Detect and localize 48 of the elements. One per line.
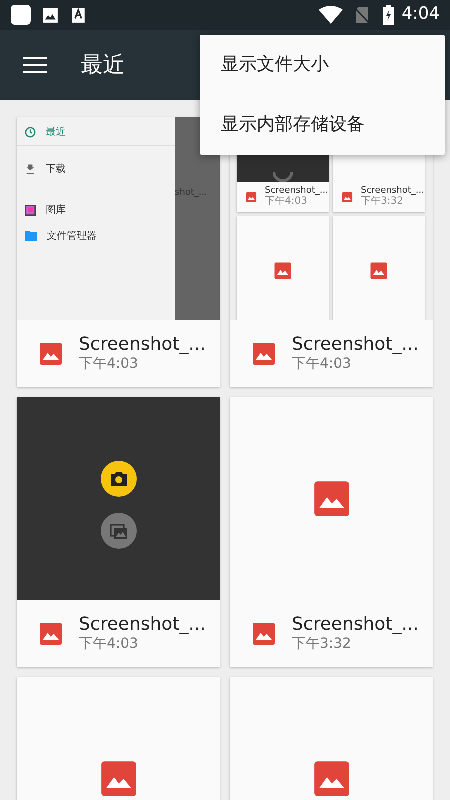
drawer-item-label: 文件管理器: [47, 230, 97, 244]
clock-icon: [25, 127, 36, 138]
file-name: Screenshot_...: [79, 334, 206, 356]
font-icon: [71, 6, 86, 24]
drawer-item-label: 下载: [46, 162, 66, 176]
image-icon: [252, 342, 276, 366]
image-icon: [342, 192, 353, 202]
file-time: 下午4:03: [265, 196, 308, 208]
image-icon: [274, 262, 292, 280]
image-icon: [312, 480, 350, 518]
file-info[interactable]: Screenshot_... 下午4:03: [230, 320, 433, 387]
clock-time: 4:04: [402, 3, 440, 26]
gallery-icon: [25, 204, 36, 216]
menu-icon[interactable]: [23, 56, 47, 74]
file-time: 下午4:03: [79, 636, 140, 653]
file-time: 下午4:03: [79, 356, 140, 373]
gallery-icon: [100, 513, 136, 549]
image-icon: [100, 760, 138, 798]
drawer-item[interactable]: 文件管理器: [17, 223, 175, 249]
wifi-icon: [318, 6, 343, 24]
drawer-item-label: 最近: [46, 126, 66, 140]
file-name: Screenshot_...: [79, 614, 206, 636]
screen-title: 最近: [81, 52, 125, 80]
image-icon: [312, 760, 350, 798]
folder-icon: [25, 231, 37, 241]
image-icon: [42, 6, 59, 24]
image-icon: [246, 192, 257, 202]
image-icon: [39, 342, 63, 366]
file-name: Screenshot_...: [292, 614, 419, 636]
drawer-item[interactable]: 下载: [17, 151, 175, 187]
no-sim-icon: [354, 6, 369, 24]
file-time: 下午4:03: [292, 356, 352, 373]
image-icon: [39, 622, 63, 646]
menu-item[interactable]: 显示文件大小: [200, 35, 445, 95]
drawer-item-label: 图库: [46, 204, 66, 218]
file-time: 下午3:32: [292, 636, 352, 653]
app-icon: [10, 4, 32, 26]
file-info[interactable]: Screenshot_... 下午4:03: [17, 320, 220, 387]
battery-icon: [382, 5, 394, 25]
file-name: Screenshot_...: [361, 186, 424, 196]
drawer-item[interactable]: 图库: [17, 197, 175, 223]
file-name: Screenshot_...: [292, 334, 419, 356]
download-icon: [25, 164, 36, 174]
image-icon: [252, 622, 276, 646]
camera-icon: [100, 461, 136, 497]
file-time: 下午3:32: [361, 196, 404, 208]
image-icon: [370, 262, 388, 280]
file-name: Screenshot_...: [265, 186, 328, 196]
